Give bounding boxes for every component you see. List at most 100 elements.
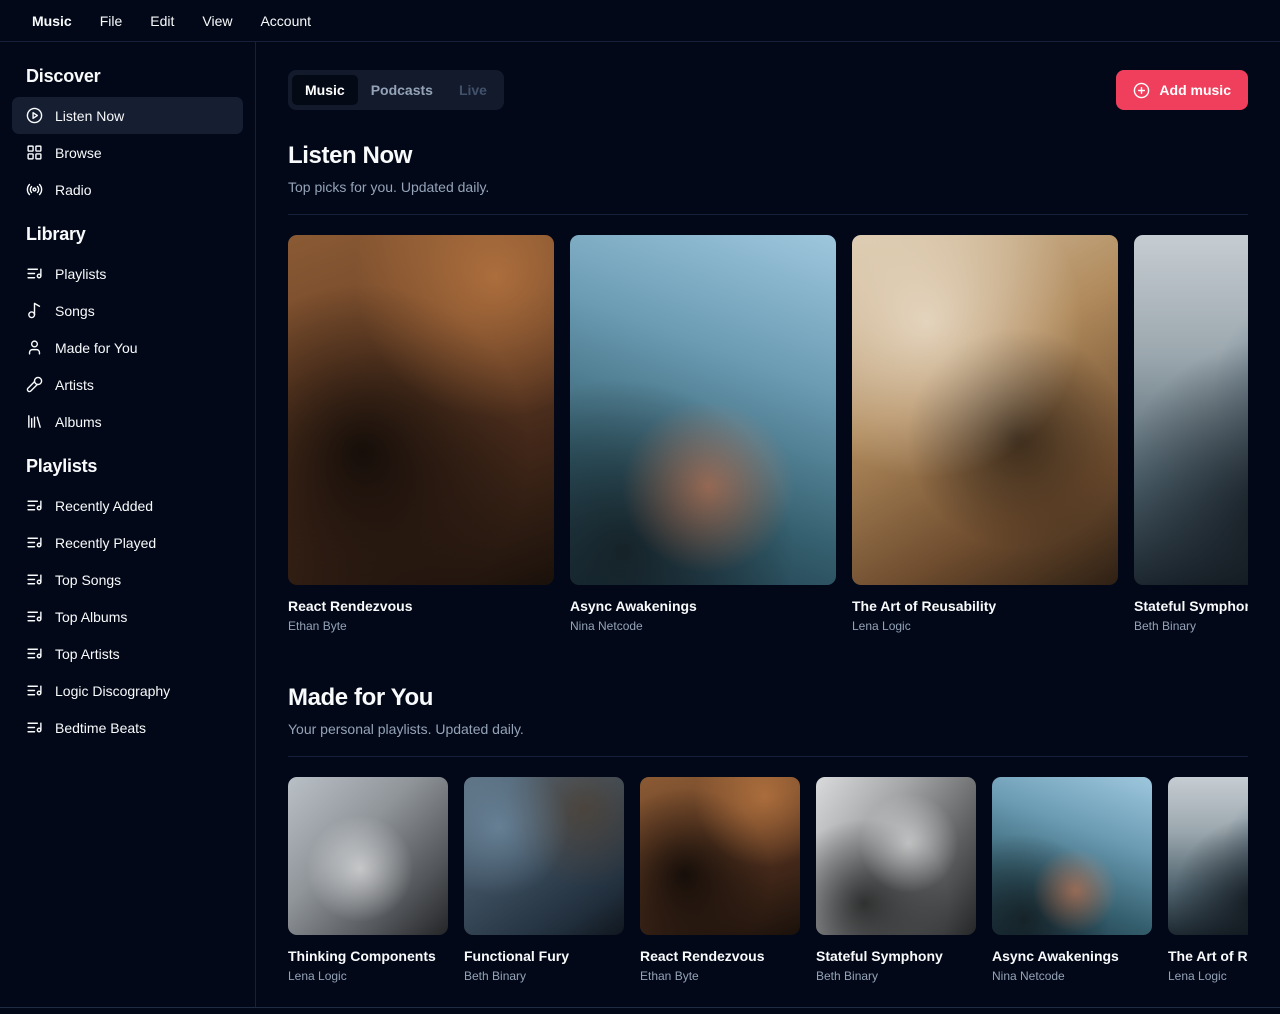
list-music-icon — [26, 497, 43, 514]
menu-item-edit[interactable]: Edit — [138, 7, 186, 35]
album-artist: Lena Logic — [1168, 968, 1248, 984]
sidebar-item-label: Recently Played — [55, 535, 156, 551]
sidebar-item-logic-discography[interactable]: Logic Discography — [12, 672, 243, 709]
menu-item-file[interactable]: File — [88, 7, 135, 35]
list-music-icon — [26, 534, 43, 551]
sidebar-item-label: Top Artists — [55, 646, 120, 662]
album-row: React Rendezvous Ethan Byte Async Awakenin… — [288, 235, 1248, 634]
sidebar-item-label: Playlists — [55, 266, 106, 282]
album-card-thinking-components[interactable]: Thinking ComponentsLena Logic — [288, 777, 448, 984]
menubar: MusicFileEditViewAccount — [0, 0, 1280, 42]
album-art — [816, 777, 976, 935]
album-card-stateful-symphony[interactable]: Stateful Symphony Beth Binary — [816, 777, 976, 984]
album-card-functional-fury[interactable]: Functional FuryBeth Binary — [464, 777, 624, 984]
album-title: React Rendezvous — [640, 947, 800, 965]
album-artist: Ethan Byte — [288, 618, 554, 634]
sidebar-item-recently-added[interactable]: Recently Added — [12, 487, 243, 524]
section-subtitle: Top picks for you. Updated daily. — [288, 177, 1248, 197]
main-content: MusicPodcastsLive Add music Listen Now To… — [256, 42, 1280, 1007]
section-listen-now: Listen Now Top picks for you. Updated dai… — [288, 140, 1248, 634]
sidebar-item-label: Top Albums — [55, 609, 127, 625]
album-art — [640, 777, 800, 935]
album-artist: Nina Netcode — [992, 968, 1152, 984]
album-art — [852, 235, 1118, 585]
album-card-async-awakenings[interactable]: Async Awakenings Nina Netcode — [570, 235, 836, 634]
menu-item-view[interactable]: View — [190, 7, 244, 35]
sidebar-section-title: Playlists — [12, 456, 243, 477]
sidebar-item-artists[interactable]: Artists — [12, 366, 243, 403]
user-icon — [26, 339, 43, 356]
album-card-the-art-of-reusability[interactable]: The Art of ReusabilityLena Logic — [1168, 777, 1248, 984]
album-artist: Beth Binary — [1134, 618, 1248, 634]
sidebar-section-library: Library Playlists Songs Made for You Artists… — [0, 216, 255, 448]
list-music-icon — [26, 608, 43, 625]
sidebar-item-label: Songs — [55, 303, 95, 319]
sidebar-item-top-artists[interactable]: Top Artists — [12, 635, 243, 672]
sidebar-item-label: Bedtime Beats — [55, 720, 146, 736]
album-artist: Nina Netcode — [570, 618, 836, 634]
tab-live: Live — [446, 75, 500, 105]
media-type-tabs: MusicPodcastsLive — [288, 70, 504, 110]
sidebar-item-top-songs[interactable]: Top Songs — [12, 561, 243, 598]
sidebar-item-playlists[interactable]: Playlists — [12, 255, 243, 292]
tab-music[interactable]: Music — [292, 75, 358, 105]
album-card-async-awakenings[interactable]: Async Awakenings Nina Netcode — [992, 777, 1152, 984]
album-art — [1134, 235, 1248, 585]
album-art — [570, 235, 836, 585]
sidebar-section-discover: Discover Listen Now BrowseRadio — [0, 58, 255, 216]
music-note-icon — [26, 302, 43, 319]
add-music-button[interactable]: Add music — [1116, 70, 1248, 110]
section-title: Listen Now — [288, 140, 1248, 172]
sidebar-section-title: Discover — [12, 66, 243, 87]
sidebar-item-albums[interactable]: Albums — [12, 403, 243, 440]
album-art — [1168, 777, 1248, 935]
album-artist: Ethan Byte — [640, 968, 800, 984]
album-title: React Rendezvous — [288, 597, 554, 615]
sidebar-item-label: Albums — [55, 414, 102, 430]
sidebar-item-browse[interactable]: Browse — [12, 134, 243, 171]
album-title: Async Awakenings — [570, 597, 836, 615]
sections: Listen Now Top picks for you. Updated dai… — [288, 140, 1248, 984]
sidebar-item-recently-played[interactable]: Recently Played — [12, 524, 243, 561]
album-title: Stateful Symphony — [1134, 597, 1248, 615]
album-card-stateful-symphony[interactable]: Stateful Symphony Beth Binary — [1134, 235, 1248, 634]
list-music-icon — [26, 571, 43, 588]
list-music-icon — [26, 682, 43, 699]
album-title: Stateful Symphony — [816, 947, 976, 965]
sidebar-item-radio[interactable]: Radio — [12, 171, 243, 208]
album-card-react-rendezvous[interactable]: React Rendezvous Ethan Byte — [640, 777, 800, 984]
album-artist: Lena Logic — [852, 618, 1118, 634]
sidebar-item-listen-now[interactable]: Listen Now — [12, 97, 243, 134]
music-app-window: MusicFileEditViewAccount DiscoverListen … — [0, 0, 1280, 1008]
sidebar-item-songs[interactable]: Songs — [12, 292, 243, 329]
album-artist: Beth Binary — [464, 968, 624, 984]
add-music-label: Add music — [1159, 82, 1231, 98]
separator — [288, 756, 1248, 757]
album-title: Async Awakenings — [992, 947, 1152, 965]
album-title: The Art of Reusability — [852, 597, 1118, 615]
tab-podcasts[interactable]: Podcasts — [358, 75, 446, 105]
layout-grid-icon — [26, 144, 43, 161]
play-circle-icon — [26, 107, 43, 124]
sidebar-section-title: Library — [12, 224, 243, 245]
app-body: Discover Listen Now BrowseRadio Library Play… — [0, 42, 1280, 1007]
sidebar-item-bedtime-beats[interactable]: Bedtime Beats — [12, 709, 243, 746]
microphone-icon — [26, 376, 43, 393]
album-artist: Beth Binary — [816, 968, 976, 984]
plus-circle-icon — [1133, 82, 1150, 99]
list-music-icon — [26, 265, 43, 282]
list-music-icon — [26, 719, 43, 736]
sidebar-item-label: Top Songs — [55, 572, 121, 588]
menu-item-music[interactable]: Music — [20, 7, 84, 35]
album-card-the-art-of-reusability[interactable]: The Art of Reusability Lena Logic — [852, 235, 1118, 634]
album-art — [288, 235, 554, 585]
section-made-for-you: Made for YouYour personal playlists. Upd… — [288, 682, 1248, 984]
sidebar: Discover Listen Now BrowseRadio Library Play… — [0, 42, 256, 1007]
album-card-react-rendezvous[interactable]: React Rendezvous Ethan Byte — [288, 235, 554, 634]
menu-item-account[interactable]: Account — [248, 7, 323, 35]
sidebar-item-label: Made for You — [55, 340, 138, 356]
sidebar-item-top-albums[interactable]: Top Albums — [12, 598, 243, 635]
album-art — [288, 777, 448, 935]
sidebar-item-made-for-you[interactable]: Made for You — [12, 329, 243, 366]
sidebar-item-label: Listen Now — [55, 108, 124, 124]
